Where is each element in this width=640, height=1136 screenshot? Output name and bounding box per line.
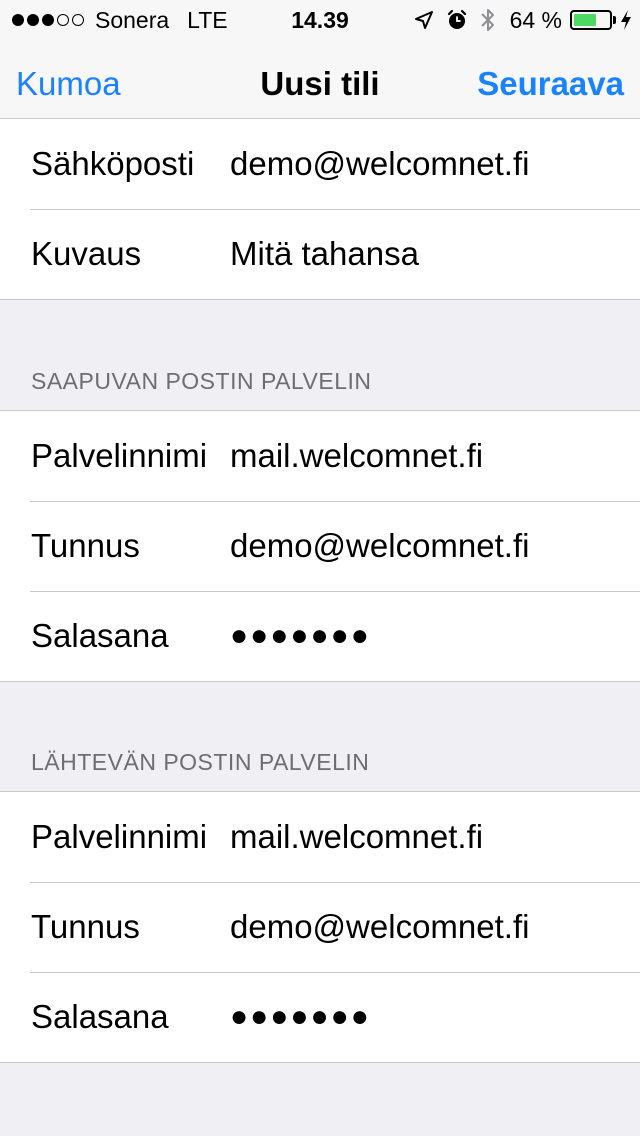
form-row-incoming-hostname: Palvelinnimi [0, 411, 640, 501]
signal-dot [27, 14, 39, 26]
outgoing-server-header: LÄHTEVÄN POSTIN PALVELIN [31, 749, 370, 775]
incoming-password-field[interactable] [230, 591, 624, 681]
cancel-button[interactable]: Kumoa [16, 40, 121, 128]
battery-level [574, 14, 596, 26]
form-row-outgoing-hostname: Palvelinnimi [0, 792, 640, 882]
battery-icon [570, 10, 616, 30]
form-row-outgoing-password: Salasana [0, 972, 640, 1062]
outgoing-username-label: Tunnus [31, 908, 140, 945]
signal-dot [72, 14, 84, 26]
top-bar: Sonera LTE 14.39 64 % Kumoa Uusi tili Se… [0, 0, 640, 128]
outgoing-hostname-label: Palvelinnimi [31, 818, 208, 855]
status-bar: Sonera LTE 14.39 64 % [0, 0, 640, 40]
incoming-hostname-label: Palvelinnimi [31, 437, 208, 474]
signal-dot [42, 14, 54, 26]
incoming-server-header: SAAPUVAN POSTIN PALVELIN [31, 368, 372, 394]
signal-dot [57, 14, 69, 26]
navigation-bar: Kumoa Uusi tili Seuraava [0, 40, 640, 128]
signal-dot [12, 14, 24, 26]
new-account-screen: Sonera LTE 14.39 64 % Kumoa Uusi tili Se… [0, 0, 640, 1136]
form-row-email: Sähköposti [0, 119, 640, 209]
status-right: 64 % [402, 6, 632, 34]
incoming-password-label: Salasana [31, 617, 169, 654]
battery-tip [613, 16, 616, 24]
signal-strength-icon [12, 14, 87, 26]
form-row-outgoing-username: Tunnus [0, 882, 640, 972]
battery-percent: 64 % [509, 6, 562, 33]
next-button[interactable]: Seuraava [477, 40, 624, 128]
alarm-clock-icon [446, 9, 468, 31]
battery-body [570, 10, 612, 30]
location-arrow-icon [414, 10, 434, 30]
form-row-description: Kuvaus [0, 209, 640, 299]
account-group: Sähköposti Kuvaus [0, 118, 640, 300]
charging-bolt-icon [620, 9, 632, 31]
form-row-incoming-username: Tunnus [0, 501, 640, 591]
email-label: Sähköposti [31, 145, 195, 182]
outgoing-hostname-field[interactable] [230, 792, 624, 882]
bluetooth-icon [480, 7, 496, 33]
outgoing-password-label: Salasana [31, 998, 169, 1035]
outgoing-username-field[interactable] [230, 882, 624, 972]
incoming-hostname-field[interactable] [230, 411, 624, 501]
incoming-username-label: Tunnus [31, 527, 140, 564]
email-field[interactable] [230, 119, 624, 209]
description-field[interactable] [230, 209, 624, 299]
carrier-name: Sonera [95, 6, 170, 33]
network-type: LTE [187, 6, 228, 33]
form-row-incoming-password: Salasana [0, 591, 640, 681]
outgoing-password-field[interactable] [230, 972, 624, 1062]
status-left: Sonera LTE [12, 7, 228, 33]
incoming-server-group: Palvelinnimi Tunnus Salasana [0, 410, 640, 682]
outgoing-server-group: Palvelinnimi Tunnus Salasana [0, 791, 640, 1063]
description-label: Kuvaus [31, 235, 142, 272]
incoming-username-field[interactable] [230, 501, 624, 591]
